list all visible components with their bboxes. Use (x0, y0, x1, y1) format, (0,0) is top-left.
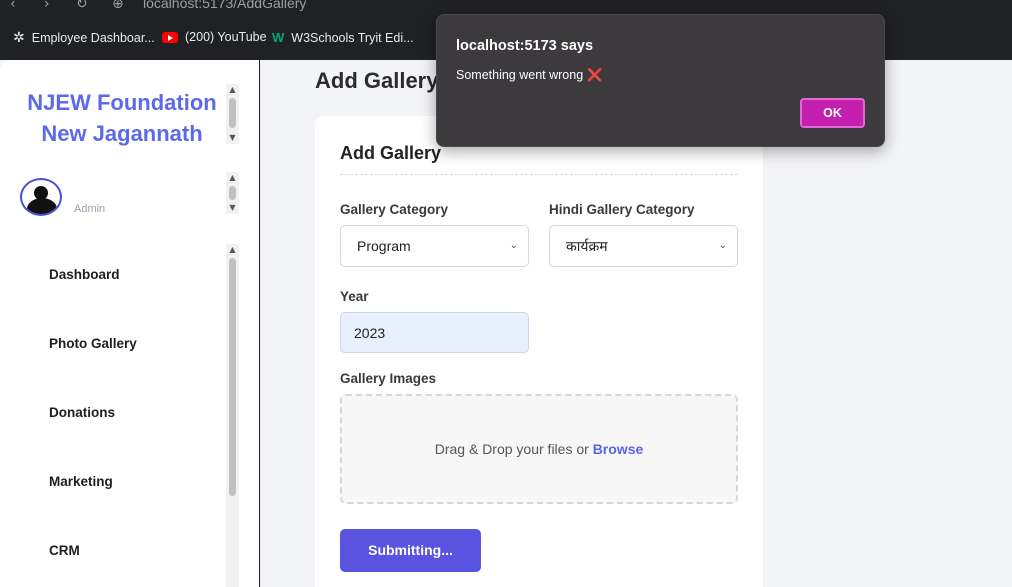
sidebar-item-marketing[interactable]: Marketing (49, 474, 113, 489)
bookmark-w3schools[interactable]: W W3Schools Tryit Edi... (272, 30, 414, 45)
brand-scrollbar[interactable]: ▲ ▼ (226, 84, 239, 144)
sidebar-item-photo-gallery[interactable]: Photo Gallery (49, 336, 137, 351)
dialog-title: localhost:5173 says (456, 38, 594, 54)
profile-scrollbar[interactable]: ▲ ▼ (226, 172, 239, 214)
user-role: Admin (74, 203, 106, 215)
scroll-down-icon[interactable]: ▼ (226, 202, 239, 214)
address-bar[interactable]: localhost:5173/AddGallery (143, 0, 306, 11)
browse-link[interactable]: Browse (593, 441, 644, 457)
year-input[interactable]: 2023 (340, 312, 529, 353)
bookmark-label: Employee Dashboar... (31, 31, 155, 45)
bookmark-employee-dashboard[interactable]: ✲ Employee Dashboar... (13, 30, 155, 46)
add-gallery-form: Add Gallery Gallery Category Program ⌄ H… (315, 116, 763, 587)
scroll-up-icon[interactable]: ▲ (226, 84, 239, 96)
gallery-category-label: Gallery Category (340, 202, 449, 217)
bookmark-youtube[interactable]: (200) YouTube (162, 30, 267, 44)
error-icon: ❌ (587, 68, 603, 82)
sidebar-item-dashboard[interactable]: Dashboard (49, 267, 120, 282)
openai-icon: ✲ (13, 30, 25, 46)
hindi-category-value: कार्यक्रम (566, 238, 608, 254)
avatar[interactable] (20, 178, 62, 216)
dialog-message: Something went wrong ❌ (456, 68, 603, 83)
scroll-thumb[interactable] (229, 186, 236, 200)
scroll-thumb[interactable] (229, 98, 236, 128)
scroll-up-icon[interactable]: ▲ (226, 244, 239, 256)
dropzone-text: Drag & Drop your files or (434, 441, 593, 457)
submit-button[interactable]: Submitting... (340, 529, 481, 572)
file-dropzone[interactable]: Drag & Drop your files or Browse (340, 394, 738, 504)
bookmark-label: W3Schools Tryit Edi... (291, 30, 414, 45)
form-title: Add Gallery (340, 143, 442, 163)
page-title: Add Gallery (315, 68, 439, 93)
youtube-icon (162, 31, 178, 43)
scroll-up-icon[interactable]: ▲ (226, 172, 239, 184)
year-label: Year (340, 289, 369, 304)
ok-button[interactable]: OK (800, 98, 865, 128)
brand-title: NJEW Foundation New Jagannath (12, 87, 232, 149)
hindi-category-select[interactable]: कार्यक्रम ⌄ (549, 225, 738, 267)
scroll-down-icon[interactable]: ▼ (226, 132, 239, 144)
brand-line-2: New Jagannath (41, 121, 203, 146)
reload-icon[interactable]: ↻ (76, 0, 88, 12)
bookmark-label: (200) YouTube (185, 30, 267, 44)
chevron-down-icon: ⌄ (509, 240, 518, 251)
gallery-category-value: Program (357, 238, 411, 254)
alert-dialog: localhost:5173 says Something went wrong… (436, 14, 885, 147)
brand-line-1: NJEW Foundation (27, 90, 217, 115)
dialog-message-text: Something went wrong (456, 68, 584, 82)
divider (340, 174, 738, 175)
sidebar-item-crm[interactable]: CRM (49, 543, 80, 558)
w3schools-icon: W (272, 30, 285, 45)
forward-icon[interactable]: › (44, 0, 50, 12)
hindi-category-label: Hindi Gallery Category (549, 202, 695, 217)
gallery-category-select[interactable]: Program ⌄ (340, 225, 529, 267)
back-icon[interactable]: ‹ (10, 0, 16, 12)
chevron-down-icon: ⌄ (718, 240, 727, 251)
site-info-icon[interactable]: ⊕ (112, 0, 124, 12)
menu-scrollbar[interactable]: ▲ (226, 244, 239, 587)
gallery-images-label: Gallery Images (340, 371, 437, 386)
scroll-thumb[interactable] (229, 258, 236, 496)
sidebar: NJEW Foundation New Jagannath ▲ ▼ Admin … (0, 60, 260, 587)
sidebar-item-donations[interactable]: Donations (49, 405, 115, 420)
